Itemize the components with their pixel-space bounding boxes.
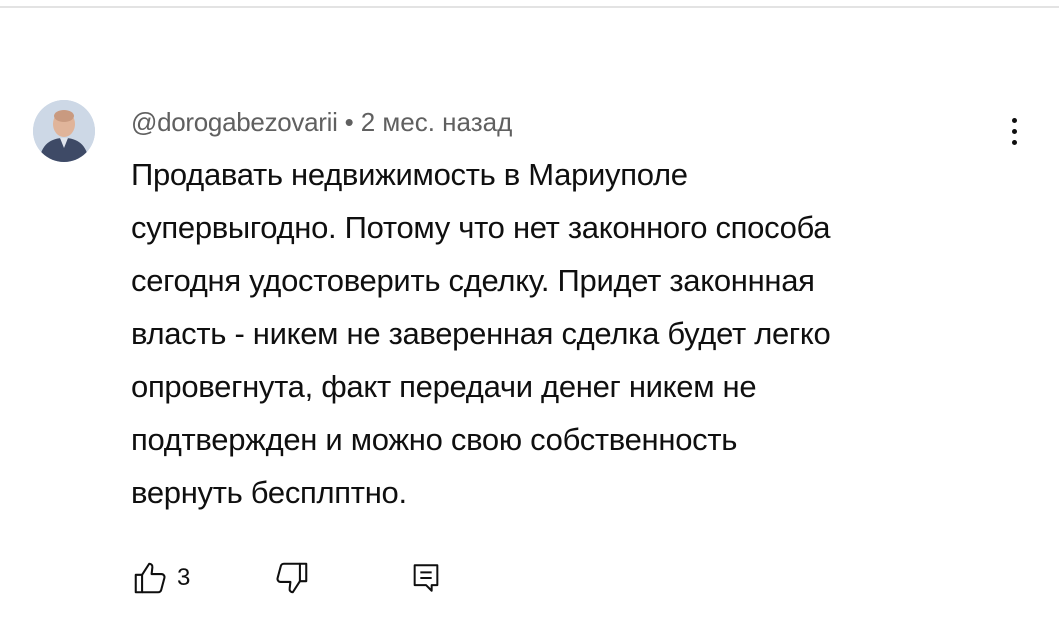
meta-separator: •: [344, 107, 354, 137]
more-vert-icon-dot: [1012, 140, 1017, 145]
comment-text-line: супервыгодно. Потому что нет законного с…: [131, 210, 831, 245]
comment-text-line: подтвержден и можно свою собственность: [131, 422, 738, 457]
comment-time[interactable]: 2 мес. назад: [361, 107, 513, 137]
like-count: 3: [177, 564, 191, 591]
comment-text-line: власть - никем не заверенная сделка буде…: [131, 316, 831, 351]
comment-text-line: вернуть бесплптно.: [131, 475, 407, 510]
like-button[interactable]: 3: [131, 556, 190, 600]
thumbs-down-icon: [276, 562, 308, 594]
comment-text-line: опровегнута, факт передачи денег никем н…: [131, 369, 757, 404]
dislike-button[interactable]: [273, 556, 311, 600]
comment: @dorogabezovarii • 2 мес. назад Продавать …: [0, 0, 1059, 630]
more-vert-icon-dot: [1012, 129, 1017, 134]
thumbs-up-icon: [134, 562, 166, 594]
reply-icon: [413, 564, 439, 592]
reply-button[interactable]: [409, 556, 443, 600]
comment-text: Продавать недвижимость в Мариуполе супер…: [131, 148, 1011, 519]
comment-text-line: сегодня удостоверить сделку. Придет зако…: [131, 263, 815, 298]
more-options-button[interactable]: [1003, 112, 1027, 152]
avatar[interactable]: [33, 100, 95, 162]
more-vert-icon: [1012, 118, 1017, 123]
comment-text-line: Продавать недвижимость в Мариуполе: [131, 157, 688, 192]
comment-meta: @dorogabezovarii • 2 мес. назад: [131, 106, 512, 138]
author-handle[interactable]: @dorogabezovarii: [131, 107, 338, 137]
